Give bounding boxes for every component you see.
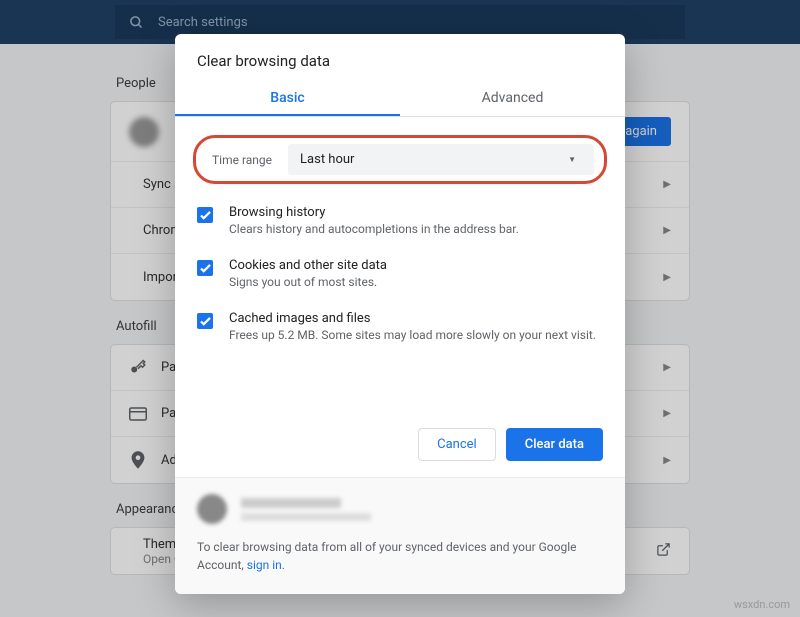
footer-message: To clear browsing data from all of your … [197,538,603,574]
modal-overlay: Clear browsing data Basic Advanced Time … [0,0,800,617]
checkbox-checked[interactable] [197,207,213,223]
time-range-select[interactable]: Last hour ▼ [288,144,594,175]
dialog-footer: To clear browsing data from all of your … [175,477,625,594]
time-range-highlight: Time range Last hour ▼ [193,135,607,184]
opt-browsing-history[interactable]: Browsing history Clears history and auto… [197,194,603,247]
opt-cached[interactable]: Cached images and files Frees up 5.2 MB.… [197,300,603,353]
dialog-actions: Cancel Clear data [175,428,625,477]
clear-browsing-data-dialog: Clear browsing data Basic Advanced Time … [175,34,625,594]
sign-in-link[interactable]: sign in [247,558,282,572]
dialog-title: Clear browsing data [175,34,625,80]
time-range-label: Time range [212,153,272,167]
opt-cookies[interactable]: Cookies and other site data Signs you ou… [197,247,603,300]
time-range-value: Last hour [300,152,354,167]
checkbox-checked[interactable] [197,260,213,276]
watermark: wsxdn.com [734,598,790,611]
checkbox-checked[interactable] [197,313,213,329]
cancel-button[interactable]: Cancel [418,428,496,461]
footer-email-blur [241,513,371,521]
footer-avatar [197,494,227,524]
dropdown-icon: ▼ [568,155,576,164]
clear-options: Browsing history Clears history and auto… [175,194,625,353]
tab-basic[interactable]: Basic [175,80,400,116]
dialog-tabs: Basic Advanced [175,80,625,117]
tab-advanced[interactable]: Advanced [400,80,625,116]
clear-data-button[interactable]: Clear data [506,428,603,461]
footer-name-blur [241,498,341,508]
